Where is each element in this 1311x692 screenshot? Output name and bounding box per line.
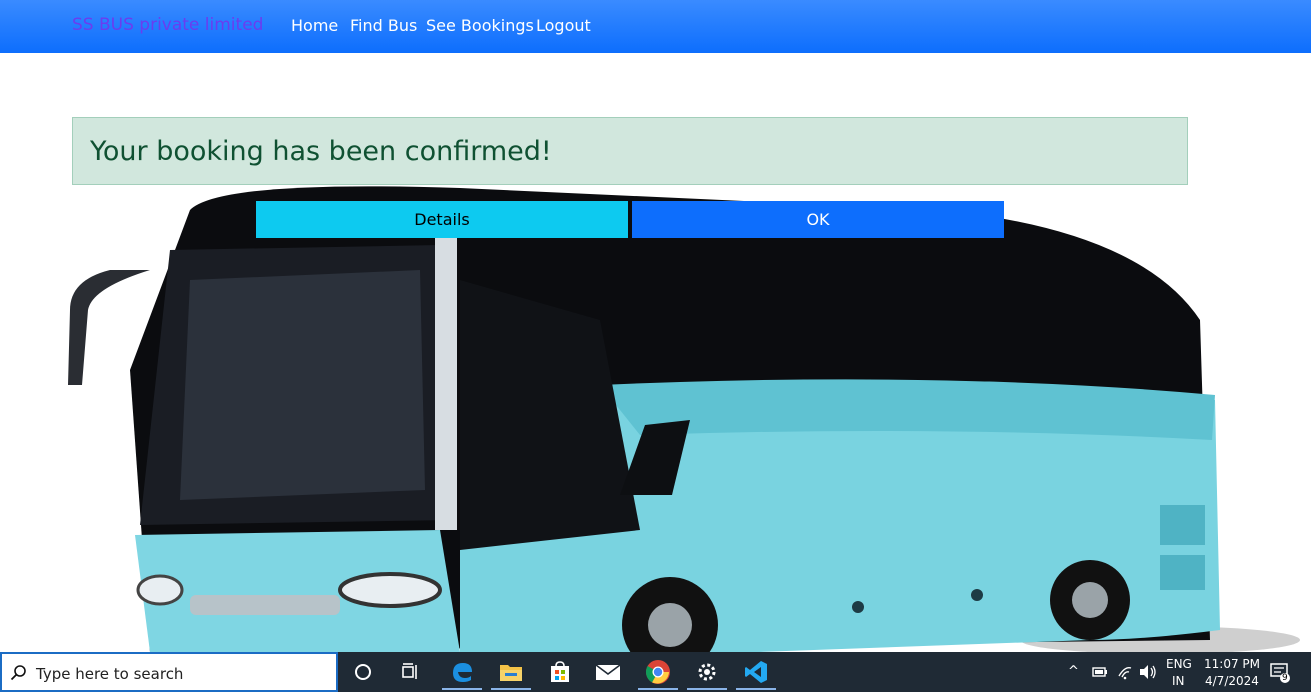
taskbar-search-box[interactable]: Type here to search	[0, 652, 338, 692]
battery-icon[interactable]	[1092, 666, 1108, 678]
clock-date[interactable]: 4/7/2024	[1205, 674, 1259, 688]
search-input[interactable]: Type here to search	[36, 665, 183, 683]
settings-icon[interactable]	[687, 658, 727, 690]
nav-find-bus[interactable]: Find Bus	[350, 16, 417, 35]
cortana-icon[interactable]	[349, 658, 377, 686]
chrome-icon[interactable]	[638, 658, 678, 690]
wifi-icon[interactable]	[1117, 664, 1133, 680]
store-icon[interactable]	[546, 658, 574, 686]
alert-message: Your booking has been confirmed!	[90, 136, 552, 167]
language-indicator[interactable]: ENG	[1166, 657, 1192, 671]
edge-icon[interactable]	[442, 658, 482, 690]
brand-logo[interactable]: SS BUS private limited	[72, 15, 263, 35]
details-button[interactable]: Details	[256, 201, 628, 238]
show-hidden-icons-icon[interactable]: ^	[1068, 664, 1079, 679]
nav-see-bookings[interactable]: See Bookings	[426, 16, 534, 35]
bus-image	[68, 186, 1300, 652]
nav-home[interactable]: Home	[291, 16, 338, 35]
clock-time[interactable]: 11:07 PM	[1204, 657, 1260, 671]
notification-count: 9	[1282, 673, 1288, 683]
vscode-icon[interactable]	[736, 658, 776, 690]
search-icon	[10, 665, 26, 681]
volume-icon[interactable]	[1139, 664, 1157, 680]
task-view-icon[interactable]	[397, 658, 425, 686]
ok-button[interactable]: OK	[632, 201, 1004, 238]
region-indicator: IN	[1172, 674, 1185, 688]
windows-taskbar: Type here to search ^ ENG IN 11:07 PM 4/…	[0, 652, 1311, 692]
nav-logout[interactable]: Logout	[536, 16, 591, 35]
file-explorer-icon[interactable]	[491, 658, 531, 690]
navbar: SS BUS private limited Home Find Bus See…	[0, 0, 1311, 53]
mail-icon[interactable]	[594, 658, 622, 686]
booking-confirmed-alert: Your booking has been confirmed!	[72, 117, 1188, 185]
